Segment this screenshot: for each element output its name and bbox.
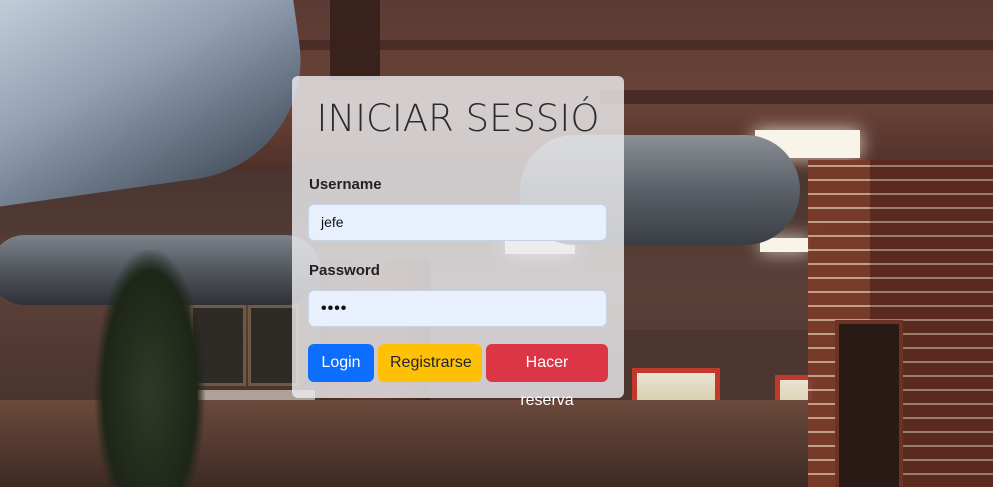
login-button[interactable]: Login <box>308 344 374 382</box>
air-duct <box>0 0 317 208</box>
reserve-button[interactable]: Hacer reserva <box>486 344 608 409</box>
login-title: INICIAR SESSIÓ <box>316 97 600 140</box>
plant <box>95 250 205 487</box>
username-input[interactable]: jefe <box>308 204 607 241</box>
login-card: INICIAR SESSIÓ Username jefe Password ••… <box>292 76 624 409</box>
password-input[interactable]: •••• <box>308 290 607 327</box>
button-row: Login Registrarse Hacer reserva <box>308 344 608 409</box>
password-label: Password <box>309 262 380 279</box>
register-button[interactable]: Registrarse <box>378 344 482 382</box>
doorway <box>835 320 903 487</box>
ceiling-beam <box>600 90 993 104</box>
username-label: Username <box>309 176 382 193</box>
